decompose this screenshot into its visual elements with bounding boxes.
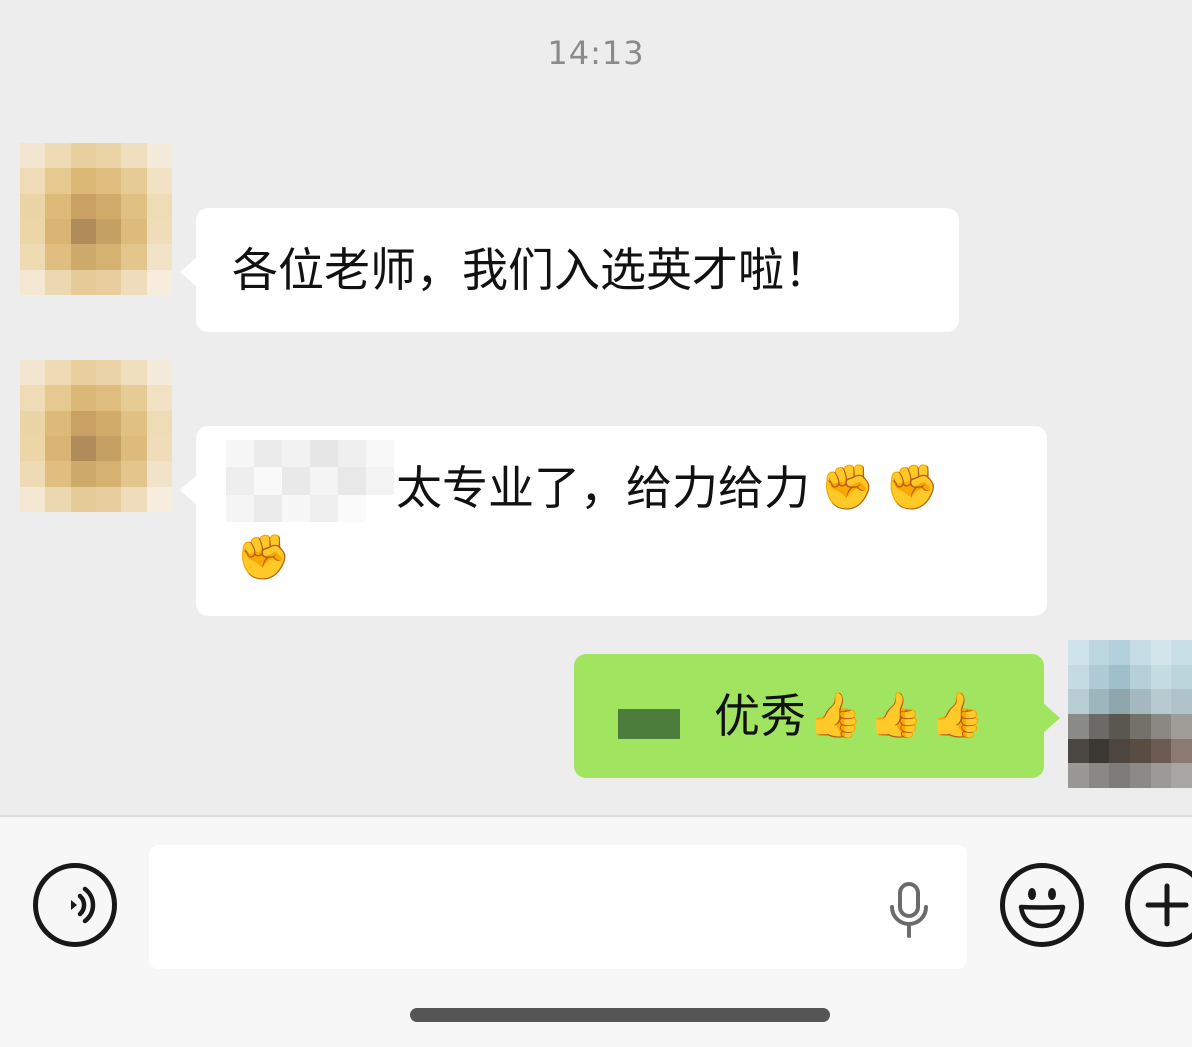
message-text: 各位老师，我们入选英才啦！ — [232, 243, 830, 297]
emoji-button[interactable] — [1000, 863, 1084, 947]
message-input[interactable] — [149, 845, 967, 969]
avatar[interactable] — [1068, 640, 1192, 788]
avatar[interactable] — [20, 143, 172, 295]
message-bubble-received[interactable]: 太专业了，给力给力 ✊ ✊ ✊ — [180, 426, 1047, 616]
message-bubble-sent[interactable]: 优秀 👍 👍 👍 — [574, 654, 1060, 778]
message-text: 优秀 — [714, 689, 806, 743]
chat-screen: 14:13 各位老师，我们入选英才啦！ 太专业了，给力给力 ✊ ✊ ✊ 优秀 👍… — [0, 0, 1192, 1047]
fist-emoji-icon: ✊ — [236, 532, 291, 583]
plus-icon — [1145, 883, 1189, 927]
fist-emoji-icon: ✊ — [820, 462, 875, 513]
redacted-mention — [226, 440, 394, 522]
fist-emoji-icon: ✊ — [884, 462, 940, 513]
thumbs-up-emoji-icon: 👍 — [868, 690, 924, 741]
voice-toggle-button[interactable] — [33, 863, 117, 947]
home-indicator[interactable] — [410, 1008, 830, 1022]
thumbs-up-emoji-icon: 👍 — [808, 690, 863, 741]
message-bubble-received[interactable]: 各位老师，我们入选英才啦！ — [180, 208, 959, 332]
thumbs-up-emoji-icon: 👍 — [929, 690, 985, 741]
message-text: 太专业了，给力给力 — [396, 461, 810, 515]
redacted-mention — [618, 709, 680, 739]
microphone-icon[interactable] — [887, 881, 937, 943]
voice-toggle-icon — [71, 886, 96, 924]
emoji-smile-icon — [1018, 888, 1066, 929]
chat-input-bar — [0, 815, 1192, 1047]
message-timestamp: 14:13 — [547, 34, 645, 72]
plus-button[interactable] — [1125, 863, 1192, 947]
avatar[interactable] — [20, 360, 172, 512]
